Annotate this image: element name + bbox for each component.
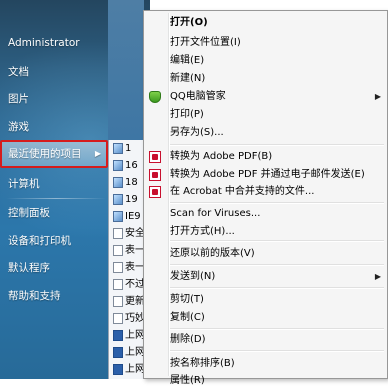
menu-separator <box>170 240 384 241</box>
document-icon <box>113 244 123 256</box>
menu-item-label: 新建(N) <box>170 73 206 84</box>
window-glass-edge <box>108 0 144 140</box>
context-menu: 打开(O) 打开文件位置(I) 编辑(E) 新建(N) QQ电脑管家 ▶ 打印(… <box>143 10 388 386</box>
recent-item[interactable]: 表一 <box>109 242 145 260</box>
word-icon <box>113 329 123 341</box>
menu-separator <box>170 287 384 288</box>
start-item-documents[interactable]: 文档 <box>8 64 29 79</box>
start-item-administrator[interactable]: Administrator <box>8 37 80 49</box>
menu-item-label: 打印(P) <box>170 109 204 120</box>
recent-item[interactable]: 1 <box>109 140 145 158</box>
document-icon <box>113 278 123 290</box>
menu-item-edit[interactable]: 编辑(E) <box>144 51 387 71</box>
menu-item-open-file-location[interactable]: 打开文件位置(I) <box>144 33 387 53</box>
pdf-icon <box>149 169 161 181</box>
start-menu-separator <box>6 198 106 199</box>
menu-item-label: Scan for Viruses... <box>170 208 261 219</box>
menu-item-restore-previous[interactable]: 还原以前的版本(V) <box>144 244 387 264</box>
menu-item-copy[interactable]: 复制(C) <box>144 308 387 328</box>
menu-separator <box>170 144 384 145</box>
menu-item-label: 转换为 Adobe PDF(B) <box>170 151 273 162</box>
start-item-devices-printers[interactable]: 设备和打印机 <box>8 233 71 248</box>
pdf-icon <box>149 151 161 163</box>
recent-item[interactable]: 上网 <box>109 361 145 379</box>
menu-separator <box>170 202 384 203</box>
recent-item[interactable]: 不过 <box>109 276 145 294</box>
recent-item[interactable]: 16 <box>109 157 145 175</box>
start-item-control-panel[interactable]: 控制面板 <box>8 205 50 220</box>
recent-item[interactable]: 上网 <box>109 327 145 345</box>
start-item-pictures[interactable]: 图片 <box>8 91 29 106</box>
menu-item-qq-manager[interactable]: QQ电脑管家 ▶ <box>144 87 387 107</box>
start-item-recent-items[interactable]: 最近使用的项目 ▶ <box>0 140 108 168</box>
menu-item-open[interactable]: 打开(O) <box>144 13 387 33</box>
document-icon <box>113 261 123 273</box>
image-icon <box>113 176 123 188</box>
menu-item-delete[interactable]: 删除(D) <box>144 330 387 350</box>
menu-item-open-with[interactable]: 打开方式(H)... <box>144 222 387 242</box>
recent-item[interactable]: 表一 <box>109 259 145 277</box>
menu-item-label: 打开(O) <box>170 17 208 28</box>
menu-item-label: 删除(D) <box>170 334 206 345</box>
document-icon <box>113 312 123 324</box>
image-icon <box>113 193 123 205</box>
menu-item-acrobat-combine[interactable]: 在 Acrobat 中合并支持的文件... <box>144 182 387 202</box>
start-item-games[interactable]: 游戏 <box>8 119 29 134</box>
menu-item-convert-pdf[interactable]: 转换为 Adobe PDF(B) <box>144 147 387 167</box>
recent-items-list: 1 16 18 19 IE9 安全 表一 表一 不过 更新 巧妙 上网 上网 上… <box>108 140 145 379</box>
start-item-default-programs[interactable]: 默认程序 <box>8 260 50 275</box>
document-icon <box>113 295 123 307</box>
word-icon <box>113 363 123 375</box>
submenu-arrow-icon: ▶ <box>94 149 101 158</box>
start-item-help-support[interactable]: 帮助和支持 <box>8 288 61 303</box>
image-icon <box>113 142 123 154</box>
recent-item[interactable]: 上网 <box>109 344 145 362</box>
recent-item[interactable]: IE9 <box>109 208 145 226</box>
recent-item[interactable]: 19 <box>109 191 145 209</box>
image-icon <box>113 210 123 222</box>
menu-item-label: QQ电脑管家 <box>170 91 226 102</box>
menu-item-scan-viruses[interactable]: Scan for Viruses... <box>144 204 387 224</box>
word-icon <box>113 346 123 358</box>
menu-item-label: 还原以前的版本(V) <box>170 248 255 259</box>
image-icon <box>113 159 123 171</box>
menu-separator <box>170 264 384 265</box>
menu-item-cut[interactable]: 剪切(T) <box>144 290 387 310</box>
menu-item-label: 发送到(N) <box>170 271 216 282</box>
menu-item-label: 剪切(T) <box>170 294 204 305</box>
recent-item[interactable]: 18 <box>109 174 145 192</box>
recent-item[interactable]: 更新 <box>109 293 145 311</box>
recent-item[interactable]: 巧妙 <box>109 310 145 328</box>
pdf-icon <box>149 186 161 198</box>
submenu-arrow-icon: ▶ <box>374 92 381 101</box>
qq-shield-icon <box>149 91 161 103</box>
menu-item-label: 复制(C) <box>170 312 205 323</box>
menu-item-print[interactable]: 打印(P) <box>144 105 387 125</box>
menu-item-label: 另存为(S)... <box>170 127 224 138</box>
menu-separator <box>170 350 384 351</box>
menu-item-label: 在 Acrobat 中合并支持的文件... <box>170 186 315 197</box>
menu-item-properties[interactable]: 属性(R) <box>144 371 387 391</box>
menu-item-label: 打开方式(H)... <box>170 226 235 237</box>
recent-item[interactable]: 安全 <box>109 225 145 243</box>
menu-item-new[interactable]: 新建(N) <box>144 69 387 89</box>
start-item-computer[interactable]: 计算机 <box>8 176 40 191</box>
menu-item-save-as[interactable]: 另存为(S)... <box>144 123 387 143</box>
document-icon <box>113 227 123 239</box>
menu-item-label: 属性(R) <box>170 375 205 386</box>
start-item-recent-items-label: 最近使用的项目 <box>8 148 82 160</box>
menu-item-label: 编辑(E) <box>170 55 205 66</box>
menu-item-send-to[interactable]: 发送到(N) ▶ <box>144 267 387 287</box>
menu-separator <box>170 328 384 329</box>
submenu-arrow-icon: ▶ <box>374 272 381 281</box>
menu-item-label: 打开文件位置(I) <box>170 37 241 48</box>
